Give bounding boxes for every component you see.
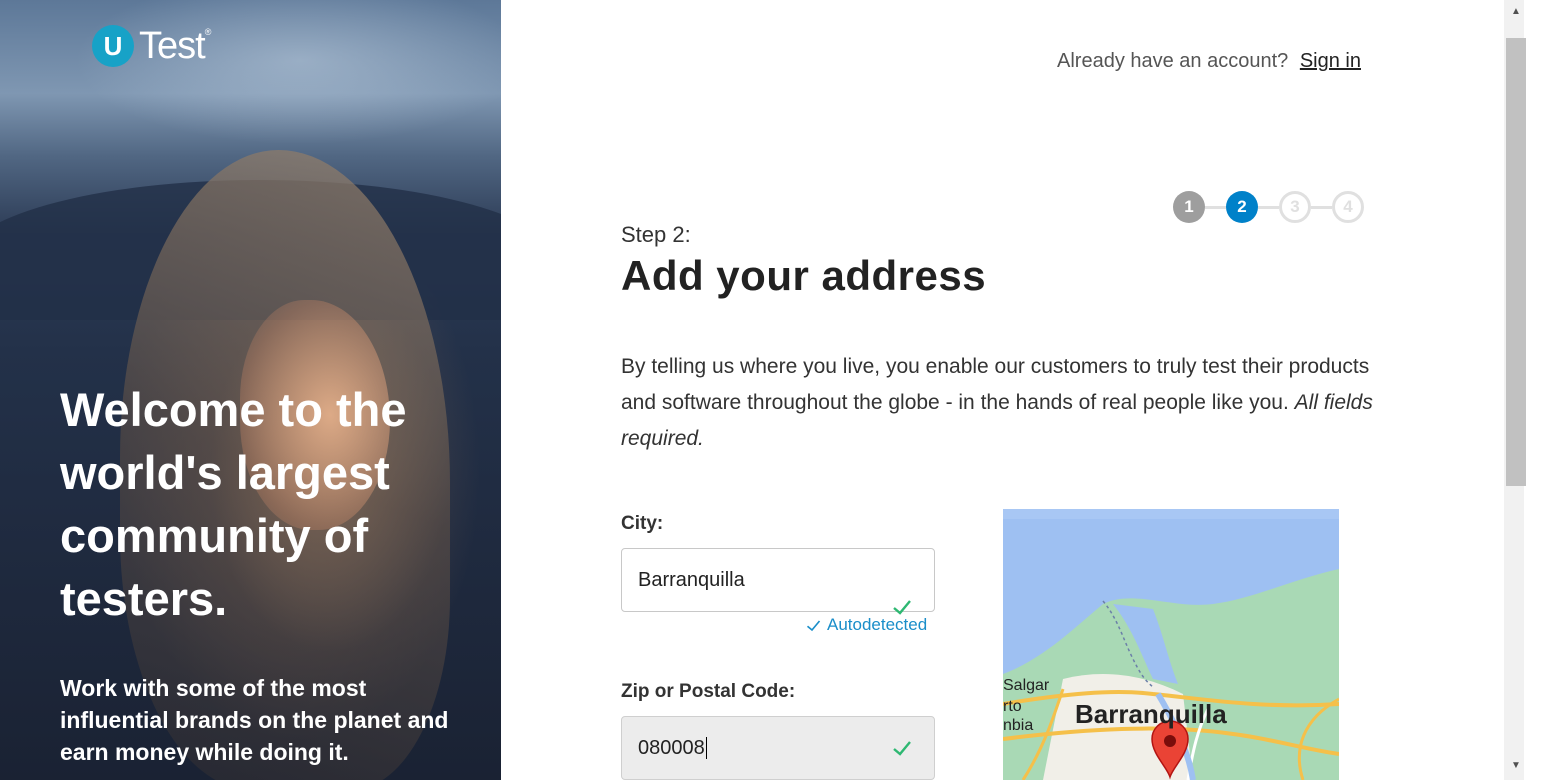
progress-stepper: 1 2 3 4 bbox=[1173, 191, 1364, 223]
zip-label: Zip or Postal Code: bbox=[621, 681, 796, 702]
page-title: Add your address bbox=[621, 252, 987, 299]
map-label-salgar: Salgar bbox=[1003, 677, 1050, 694]
logo-badge: U bbox=[92, 25, 134, 67]
account-prompt-text: Already have an account? bbox=[1057, 50, 1289, 72]
map-label-puerto: rto bbox=[1003, 698, 1022, 715]
city-check-icon bbox=[893, 600, 911, 615]
hero-title: Welcome to the world's largest community… bbox=[60, 383, 407, 625]
signin-prompt: Already have an account? Sign in bbox=[1057, 50, 1361, 73]
text-cursor bbox=[705, 737, 707, 759]
intro-text: By telling us where you live, you enable… bbox=[621, 349, 1381, 457]
autodetected-label: Autodetected bbox=[827, 615, 928, 634]
logo-text: Test bbox=[139, 25, 206, 67]
logo-registered-mark: ® bbox=[204, 27, 212, 37]
step-3-indicator: 3 bbox=[1279, 191, 1311, 223]
step-1-indicator: 1 bbox=[1173, 191, 1205, 223]
scroll-up-arrow-icon[interactable]: ▲ bbox=[1509, 6, 1523, 18]
utest-logo[interactable]: U Test ® bbox=[92, 25, 211, 67]
signin-link[interactable]: Sign in bbox=[1300, 50, 1361, 72]
step-connector bbox=[1205, 205, 1226, 209]
intro-body: By telling us where you live, you enable… bbox=[621, 355, 1370, 414]
step-4-indicator: 4 bbox=[1332, 191, 1364, 223]
city-value: Barranquilla bbox=[638, 568, 745, 591]
zip-value: 080008 bbox=[638, 736, 705, 759]
hero-panel: U Test ® Welcome to the world's largest … bbox=[0, 0, 501, 780]
step-label: Step 2: bbox=[621, 222, 691, 247]
hero-subtitle: Work with some of the most influential b… bbox=[60, 675, 449, 765]
scroll-down-arrow-icon[interactable]: ▼ bbox=[1509, 760, 1523, 772]
city-label: City: bbox=[621, 513, 664, 534]
step-connector bbox=[1311, 205, 1332, 209]
map-city-label: Barranquilla bbox=[1075, 699, 1227, 729]
zip-check-icon bbox=[893, 741, 911, 756]
city-input[interactable]: Barranquilla bbox=[621, 548, 935, 612]
scrollbar-thumb[interactable] bbox=[1506, 38, 1526, 486]
map-graphic bbox=[1003, 509, 1339, 780]
zip-input[interactable]: 080008 bbox=[621, 716, 935, 780]
autodetected-indicator: Autodetected bbox=[806, 615, 927, 635]
location-map[interactable]: Barranquilla Salgar rto nbia bbox=[1003, 509, 1339, 780]
step-connector bbox=[1258, 205, 1279, 209]
autodetected-check-icon bbox=[806, 619, 821, 631]
step-2-indicator: 2 bbox=[1226, 191, 1258, 223]
map-label-colombia: nbia bbox=[1003, 717, 1034, 734]
